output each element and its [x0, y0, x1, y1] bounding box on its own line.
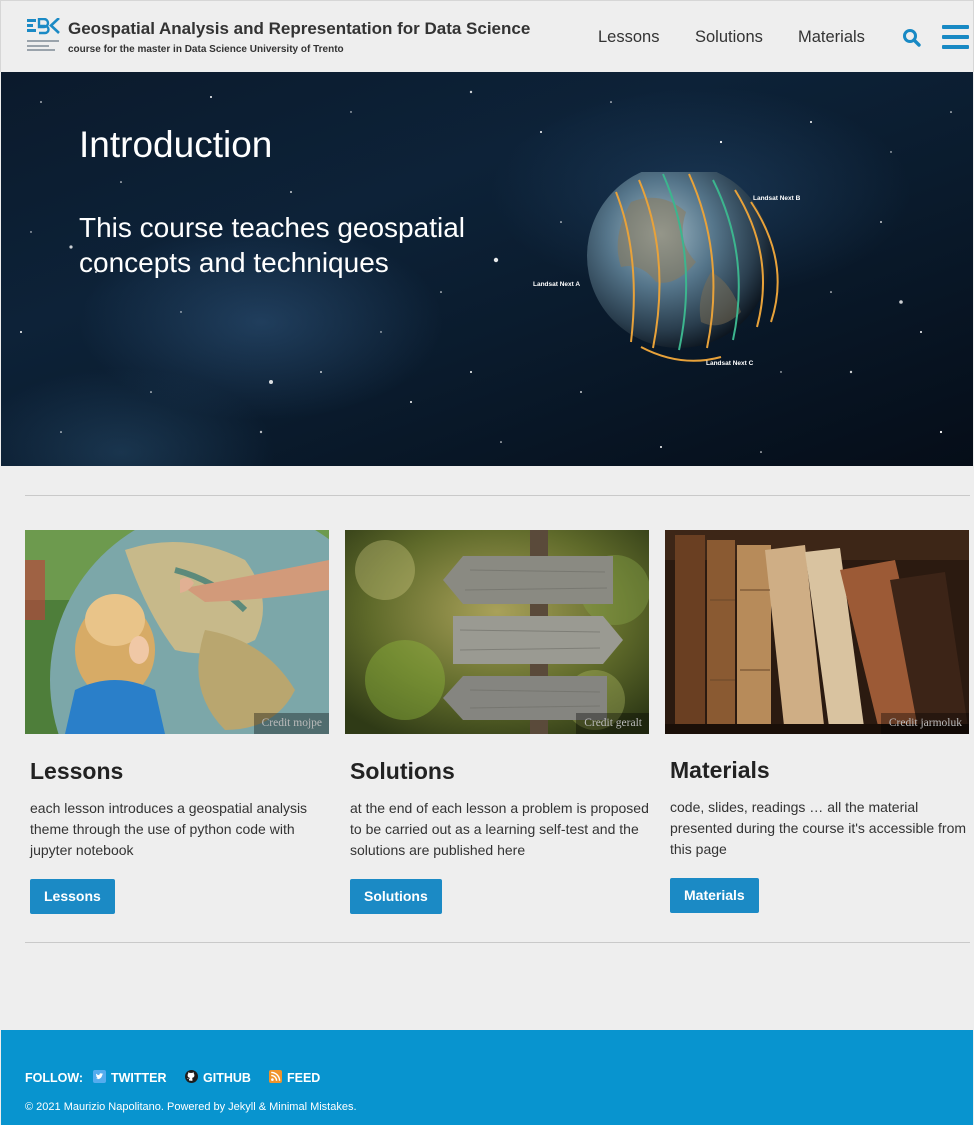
- fbk-logo[interactable]: [27, 18, 61, 54]
- twitter-icon: [93, 1070, 106, 1083]
- orbit-label-b: Landsat Next B: [753, 195, 801, 202]
- nav-materials-link[interactable]: Materials: [798, 28, 865, 47]
- hero-banner: Introduction This course teaches geospat…: [1, 72, 973, 466]
- hero-title: Introduction: [79, 124, 273, 165]
- earth-orbits-illustration: Landsat Next A Landsat Next B Landsat Ne…: [521, 172, 811, 392]
- feature-title: Solutions: [350, 758, 455, 784]
- github-icon: [185, 1070, 198, 1083]
- lessons-button[interactable]: Lessons: [30, 879, 115, 914]
- solutions-button[interactable]: Solutions: [350, 879, 442, 914]
- feature-solutions: Credit geralt Solutions at the end of ea…: [345, 530, 649, 914]
- page-footer: FOLLOW: TWITTER GITHUB FEED © 2021 Mauri…: [1, 1030, 973, 1125]
- feature-title: Lessons: [30, 758, 124, 784]
- feature-title: Materials: [670, 757, 770, 783]
- nav-lessons-link[interactable]: Lessons: [598, 28, 659, 47]
- github-label: GITHUB: [203, 1071, 251, 1085]
- twitter-label: TWITTER: [111, 1071, 167, 1085]
- globe-child-image: Credit mojpe: [25, 530, 329, 734]
- copyright-text: © 2021 Maurizio Napolitano. Powered by J…: [25, 1101, 357, 1113]
- materials-button[interactable]: Materials: [670, 878, 759, 913]
- feature-lessons: Credit mojpe Lessons each lesson introdu…: [25, 530, 329, 914]
- nav-solutions-link[interactable]: Solutions: [695, 28, 763, 47]
- follow-label: FOLLOW:: [25, 1071, 84, 1085]
- feature-description: code, slides, readings … all the materia…: [670, 799, 967, 857]
- section-divider-top: [25, 495, 970, 496]
- feature-description: each lesson introduces a geospatial anal…: [30, 800, 308, 858]
- feature-materials: Credit jarmoluk Materials code, slides, …: [665, 530, 969, 913]
- hamburger-menu-icon[interactable]: [942, 25, 969, 49]
- masthead: Geospatial Analysis and Representation f…: [0, 0, 974, 72]
- feature-description: at the end of each lesson a problem is p…: [350, 800, 649, 858]
- image-credit: Credit jarmoluk: [880, 713, 969, 734]
- image-credit: Credit geralt: [576, 713, 649, 734]
- hero-excerpt: This course teaches geospatial concepts …: [79, 212, 465, 278]
- signpost-image: Credit geralt: [345, 530, 649, 734]
- orbit-label-c: Landsat Next C: [706, 360, 754, 367]
- site-subtitle: course for the master in Data Science Un…: [68, 44, 344, 55]
- image-credit: Credit mojpe: [253, 713, 329, 734]
- section-divider-bottom: [25, 942, 970, 943]
- orbit-label-a: Landsat Next A: [533, 281, 580, 288]
- site-title[interactable]: Geospatial Analysis and Representation f…: [68, 19, 530, 39]
- old-books-image: Credit jarmoluk: [665, 530, 969, 734]
- rss-feed-icon: [269, 1070, 282, 1083]
- search-icon[interactable]: [901, 27, 923, 49]
- feed-label: FEED: [287, 1071, 321, 1085]
